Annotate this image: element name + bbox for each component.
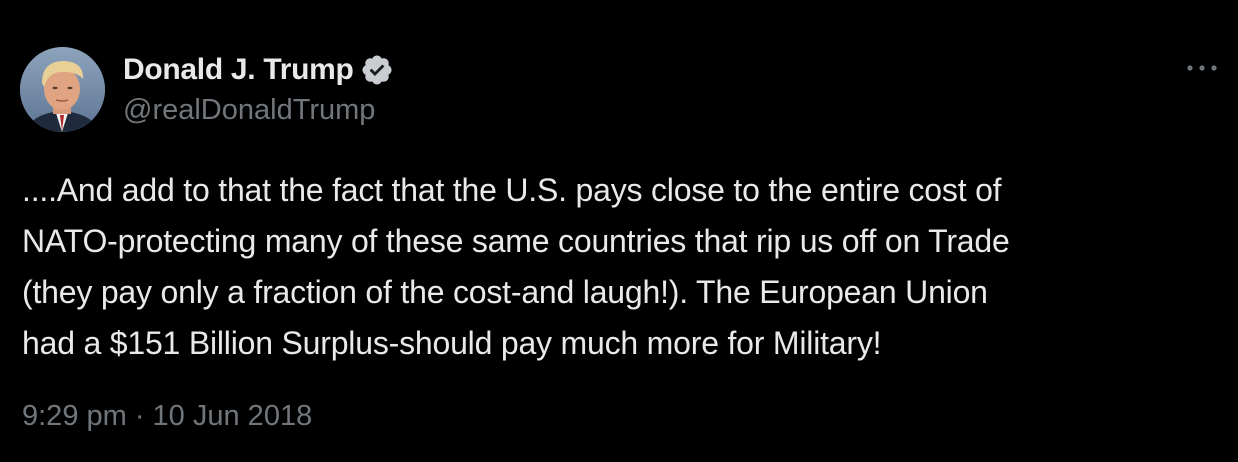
tweet-text-line: had a $151 Billion Surplus-should pay mu… [22,325,882,361]
verified-badge-icon[interactable] [360,53,394,87]
display-name[interactable]: Donald J. Trump [123,53,354,87]
tweet-timestamp[interactable]: 9:29 pm · 10 Jun 2018 [22,400,312,433]
author-row: Donald J. Trump [123,52,394,88]
author-handle[interactable]: @realDonaldTrump [123,94,375,127]
more-options-icon[interactable] [1184,56,1220,80]
tweet-text-line: (they pay only a fraction of the cost-an… [22,274,988,310]
avatar[interactable] [20,47,105,132]
avatar-photo [20,47,105,132]
tweet-card: Donald J. Trump @realDonaldTrump ....And… [0,0,1238,462]
tweet-text-line: NATO-protecting many of these same count… [22,223,1010,259]
tweet-text-line: ....And add to that the fact that the U.… [22,172,1002,208]
tweet-text: ....And add to that the fact that the U.… [22,165,1212,369]
